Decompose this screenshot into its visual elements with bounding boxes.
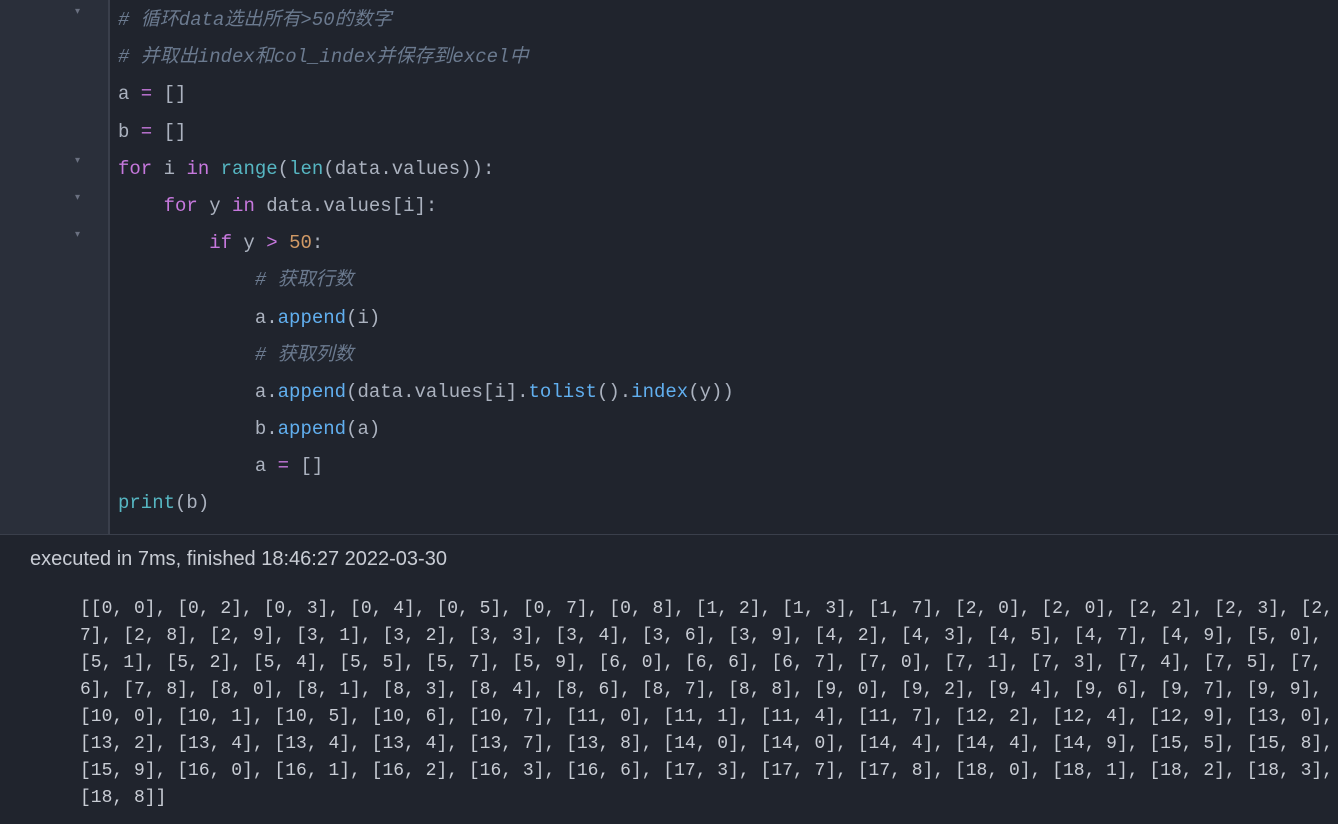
fold-marker: [0, 301, 108, 338]
fold-marker[interactable]: ▾: [0, 189, 108, 226]
fold-marker[interactable]: ▾: [0, 226, 108, 263]
code-comment: # 获取列数: [255, 338, 354, 373]
fold-marker[interactable]: ▾: [0, 3, 108, 40]
fold-marker: [0, 77, 108, 114]
gutter: ▾ ▾ ▾ ▾: [0, 0, 108, 534]
fold-marker: [0, 412, 108, 449]
code-comment: # 并取出index和col_index并保存到excel中: [118, 40, 528, 75]
execution-text: executed in 7ms, finished 18:46:27 2022-…: [30, 548, 447, 570]
output-text: [[0, 0], [0, 2], [0, 3], [0, 4], [0, 5],…: [80, 599, 1338, 808]
code-comment: # 获取行数: [255, 263, 354, 298]
fold-marker: [0, 115, 108, 152]
fold-marker: [0, 40, 108, 77]
output-area: [[0, 0], [0, 2], [0, 3], [0, 4], [0, 5],…: [0, 584, 1338, 824]
code-cell: ▾ ▾ ▾ ▾ # 循环data选出所有>50的数字 # 并取出index和co…: [0, 0, 1338, 534]
fold-marker: [0, 486, 108, 523]
code-editor[interactable]: # 循环data选出所有>50的数字 # 并取出index和col_index并…: [108, 0, 1338, 534]
fold-marker: [0, 338, 108, 375]
execution-status: executed in 7ms, finished 18:46:27 2022-…: [0, 534, 1338, 584]
fold-marker[interactable]: ▾: [0, 152, 108, 189]
fold-marker: [0, 263, 108, 300]
fold-marker: [0, 449, 108, 486]
fold-marker: [0, 375, 108, 412]
code-comment: # 循环data选出所有>50的数字: [118, 3, 392, 38]
